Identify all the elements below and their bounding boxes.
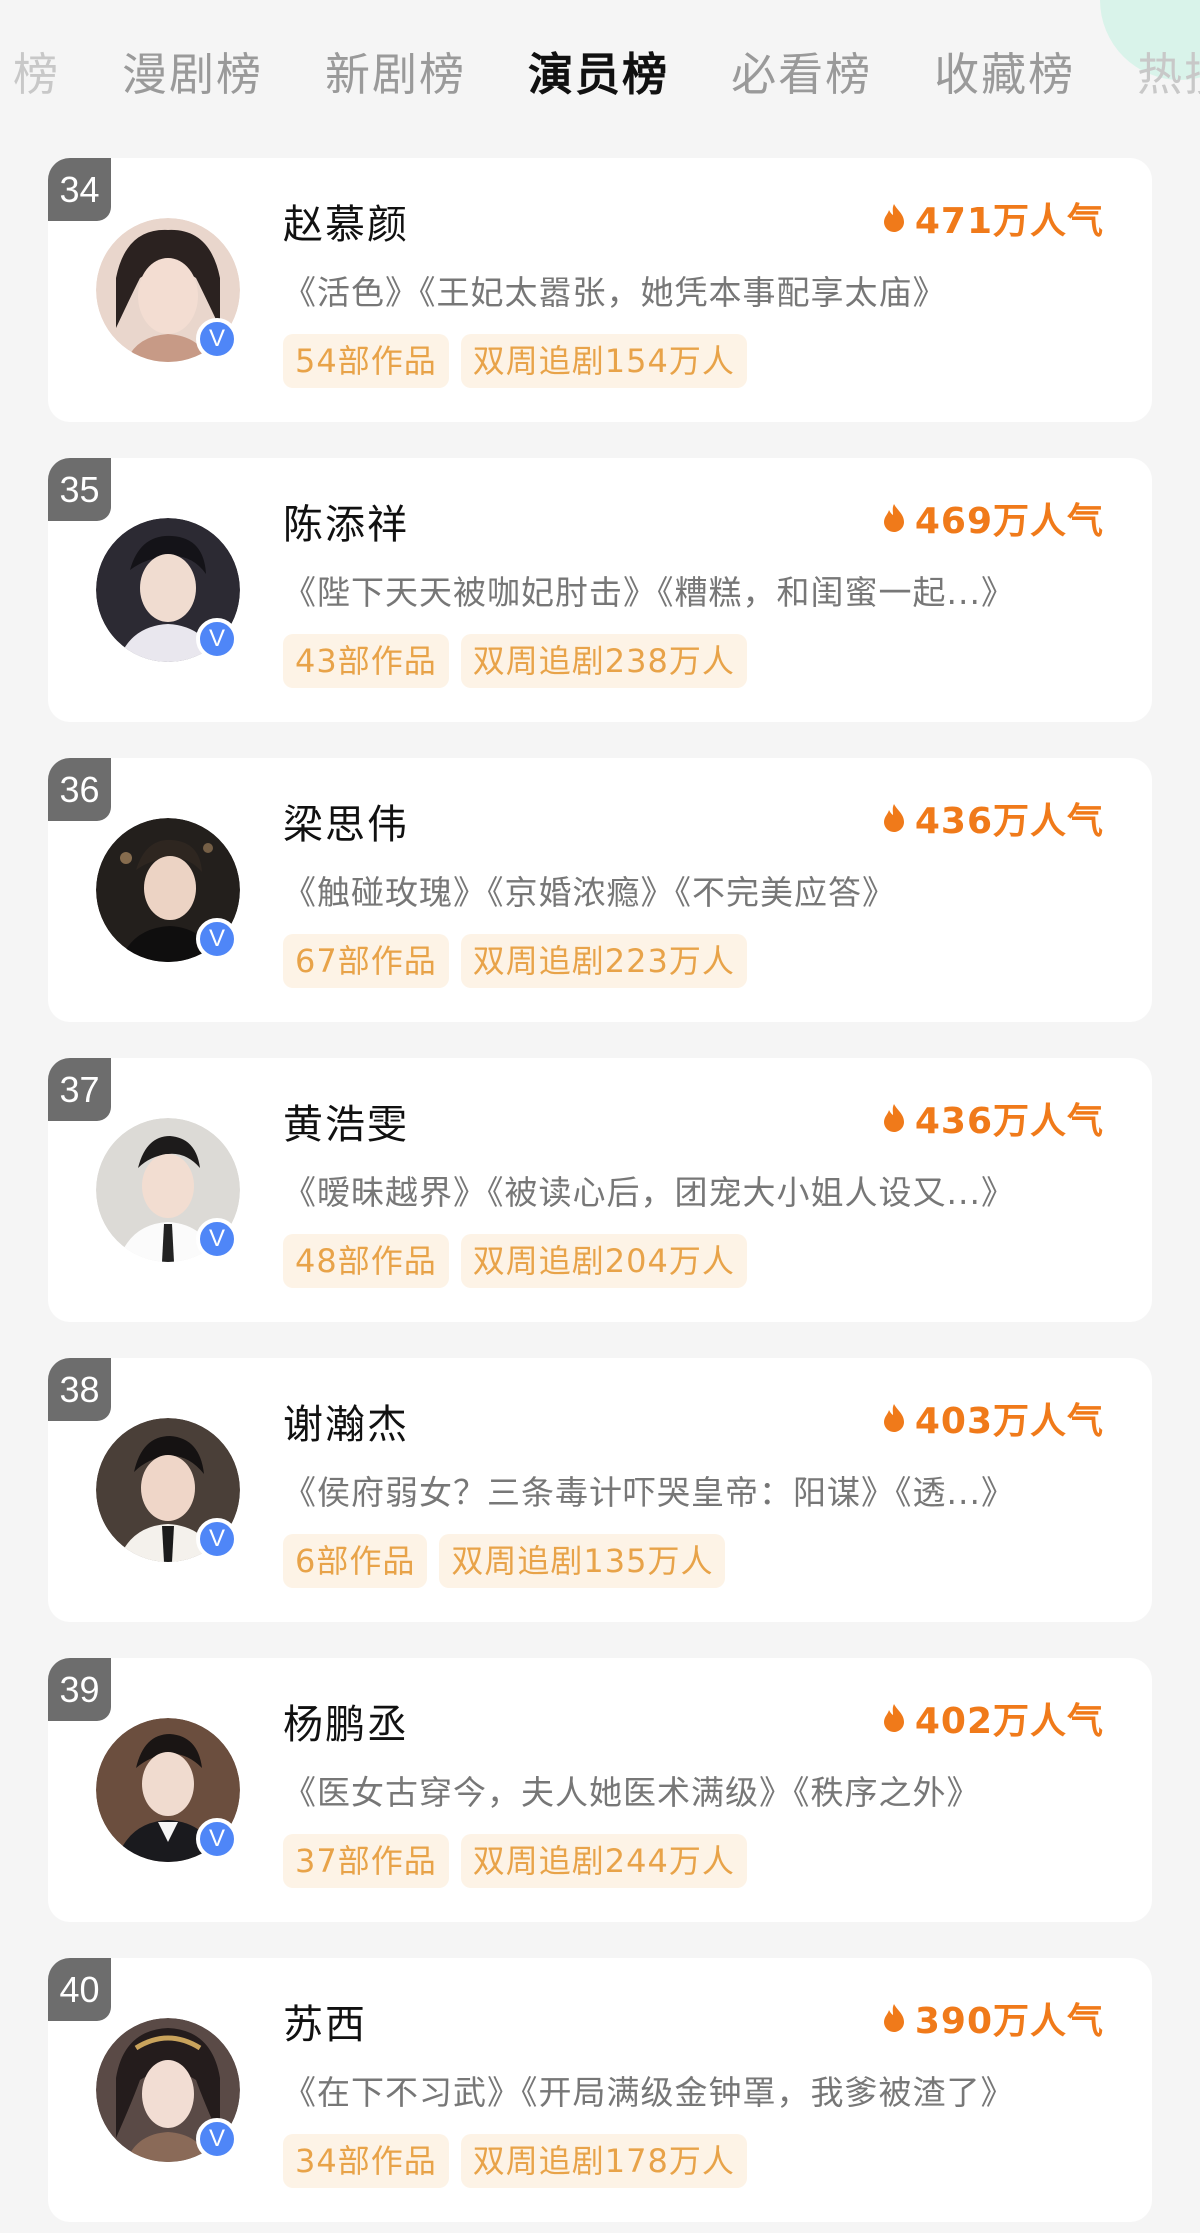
flame-icon (883, 1704, 904, 1732)
avatar[interactable]: V (96, 1718, 240, 1862)
actor-name[interactable]: 黄浩雯 (283, 1092, 409, 1150)
works-count-tag: 6部作品 (283, 1534, 428, 1588)
flame-icon (883, 804, 904, 832)
actor-name[interactable]: 梁思伟 (283, 792, 409, 850)
works-count-tag: 67部作品 (283, 934, 449, 988)
flame-icon (883, 504, 904, 532)
tag-group: 67部作品 双周追剧223万人 (283, 934, 747, 988)
followers-tag: 双周追剧238万人 (460, 634, 747, 688)
tab-list: 榜 漫剧榜 新剧榜 演员榜 必看榜 收藏榜 热搜 (0, 40, 1200, 110)
avatar[interactable]: V (96, 1418, 240, 1562)
actor-card[interactable]: 34 V 赵慕颜 471万人气 《活色》《王妃太嚣张，她凭本事配享太庙》 54部… (48, 158, 1152, 422)
avatar[interactable]: V (96, 2018, 240, 2162)
actor-card[interactable]: 37 V 黄浩雯 436万人气 《暧昧越界》《被读心后，团宠大小姐人设又...》… (48, 1058, 1152, 1322)
actor-card[interactable]: 40 V 苏西 390万人气 《在下不习武》《开局满级金钟罩，我爹被渣了》 34… (48, 1958, 1152, 2222)
popularity: 403万人气 (883, 1392, 1104, 1444)
actor-card[interactable]: 39 V 杨鹏丞 402万人气 《医女古穿今，夫人她医术满级》《秩序之外》 37… (48, 1658, 1152, 1922)
popularity: 469万人气 (883, 492, 1104, 544)
popularity: 471万人气 (883, 192, 1104, 244)
avatar[interactable]: V (96, 518, 240, 662)
tag-group: 43部作品 双周追剧238万人 (283, 634, 747, 688)
tab-favorites[interactable]: 收藏榜 (903, 40, 1106, 110)
actor-name[interactable]: 赵慕颜 (283, 192, 409, 250)
works-count-tag: 34部作品 (283, 2134, 449, 2188)
works-list: 《暧昧越界》《被读心后，团宠大小姐人设又...》 (283, 1173, 1015, 1212)
popularity-value: 403万人气 (914, 1401, 1104, 1442)
actor-name[interactable]: 苏西 (283, 1992, 367, 2050)
works-count-tag: 37部作品 (283, 1834, 449, 1888)
followers-tag: 双周追剧204万人 (460, 1234, 747, 1288)
works-list: 《侯府弱女？三条毒计吓哭皇帝：阳谋》《透...》 (283, 1473, 1015, 1512)
popularity: 390万人气 (883, 1992, 1104, 2044)
popularity-value: 469万人气 (914, 501, 1104, 542)
followers-tag: 双周追剧223万人 (460, 934, 747, 988)
popularity-value: 471万人气 (914, 201, 1104, 242)
verified-v-icon: V (196, 2118, 238, 2160)
rank-badge: 37 (48, 1058, 111, 1121)
actor-name[interactable]: 陈添祥 (283, 492, 409, 550)
tab-partial-left[interactable]: 榜 (0, 40, 91, 110)
actor-name[interactable]: 杨鹏丞 (283, 1692, 409, 1750)
verified-v-icon: V (196, 1818, 238, 1860)
tab-actor[interactable]: 演员榜 (497, 40, 700, 110)
works-list: 《陛下天天被咖妃肘击》《糟糕，和闺蜜一起...》 (283, 573, 1015, 612)
tag-group: 34部作品 双周追剧178万人 (283, 2134, 747, 2188)
works-list: 《触碰玫瑰》《京婚浓瘾》《不完美应答》 (283, 873, 896, 912)
actor-card[interactable]: 38 V 谢瀚杰 403万人气 《侯府弱女？三条毒计吓哭皇帝：阳谋》《透...》… (48, 1358, 1152, 1622)
rank-badge: 35 (48, 458, 111, 521)
rank-tab-bar: 榜 漫剧榜 新剧榜 演员榜 必看榜 收藏榜 热搜 (0, 0, 1200, 140)
works-list: 《在下不习武》《开局满级金钟罩，我爹被渣了》 (283, 2073, 1015, 2112)
verified-v-icon: V (196, 618, 238, 660)
popularity-value: 390万人气 (914, 2001, 1104, 2042)
tag-group: 48部作品 双周追剧204万人 (283, 1234, 747, 1288)
tab-must-watch[interactable]: 必看榜 (700, 40, 903, 110)
verified-v-icon: V (196, 1518, 238, 1560)
flame-icon (883, 1404, 904, 1432)
rank-badge: 38 (48, 1358, 111, 1421)
popularity-value: 436万人气 (914, 1101, 1104, 1142)
rank-badge: 36 (48, 758, 111, 821)
popularity-value: 402万人气 (914, 1701, 1104, 1742)
tab-hot-search[interactable]: 热搜 (1106, 40, 1200, 110)
tab-new-drama[interactable]: 新剧榜 (294, 40, 497, 110)
avatar[interactable]: V (96, 218, 240, 362)
followers-tag: 双周追剧154万人 (460, 334, 747, 388)
works-count-tag: 43部作品 (283, 634, 449, 688)
followers-tag: 双周追剧178万人 (460, 2134, 747, 2188)
actor-name[interactable]: 谢瀚杰 (283, 1392, 409, 1450)
flame-icon (883, 1104, 904, 1132)
avatar[interactable]: V (96, 1118, 240, 1262)
verified-v-icon: V (196, 318, 238, 360)
rank-badge: 34 (48, 158, 111, 221)
rank-badge: 39 (48, 1658, 111, 1721)
works-count-tag: 48部作品 (283, 1234, 449, 1288)
flame-icon (883, 204, 904, 232)
popularity-value: 436万人气 (914, 801, 1104, 842)
works-list: 《活色》《王妃太嚣张，她凭本事配享太庙》 (283, 273, 947, 312)
actor-card[interactable]: 36 V 梁思伟 436万人气 《触碰玫瑰》《京婚浓瘾》《不完美应答》 67部作… (48, 758, 1152, 1022)
works-list: 《医女古穿今，夫人她医术满级》《秩序之外》 (283, 1773, 981, 1812)
tag-group: 6部作品 双周追剧135万人 (283, 1534, 726, 1588)
actor-card[interactable]: 35 V 陈添祥 469万人气 《陛下天天被咖妃肘击》《糟糕，和闺蜜一起...》… (48, 458, 1152, 722)
rank-badge: 40 (48, 1958, 111, 2021)
popularity: 436万人气 (883, 792, 1104, 844)
followers-tag: 双周追剧244万人 (460, 1834, 747, 1888)
tag-group: 37部作品 双周追剧244万人 (283, 1834, 747, 1888)
avatar[interactable]: V (96, 818, 240, 962)
tag-group: 54部作品 双周追剧154万人 (283, 334, 747, 388)
verified-v-icon: V (196, 918, 238, 960)
tab-manju[interactable]: 漫剧榜 (91, 40, 294, 110)
popularity: 436万人气 (883, 1092, 1104, 1144)
flame-icon (883, 2004, 904, 2032)
works-count-tag: 54部作品 (283, 334, 449, 388)
verified-v-icon: V (196, 1218, 238, 1260)
followers-tag: 双周追剧135万人 (439, 1534, 726, 1588)
popularity: 402万人气 (883, 1692, 1104, 1744)
